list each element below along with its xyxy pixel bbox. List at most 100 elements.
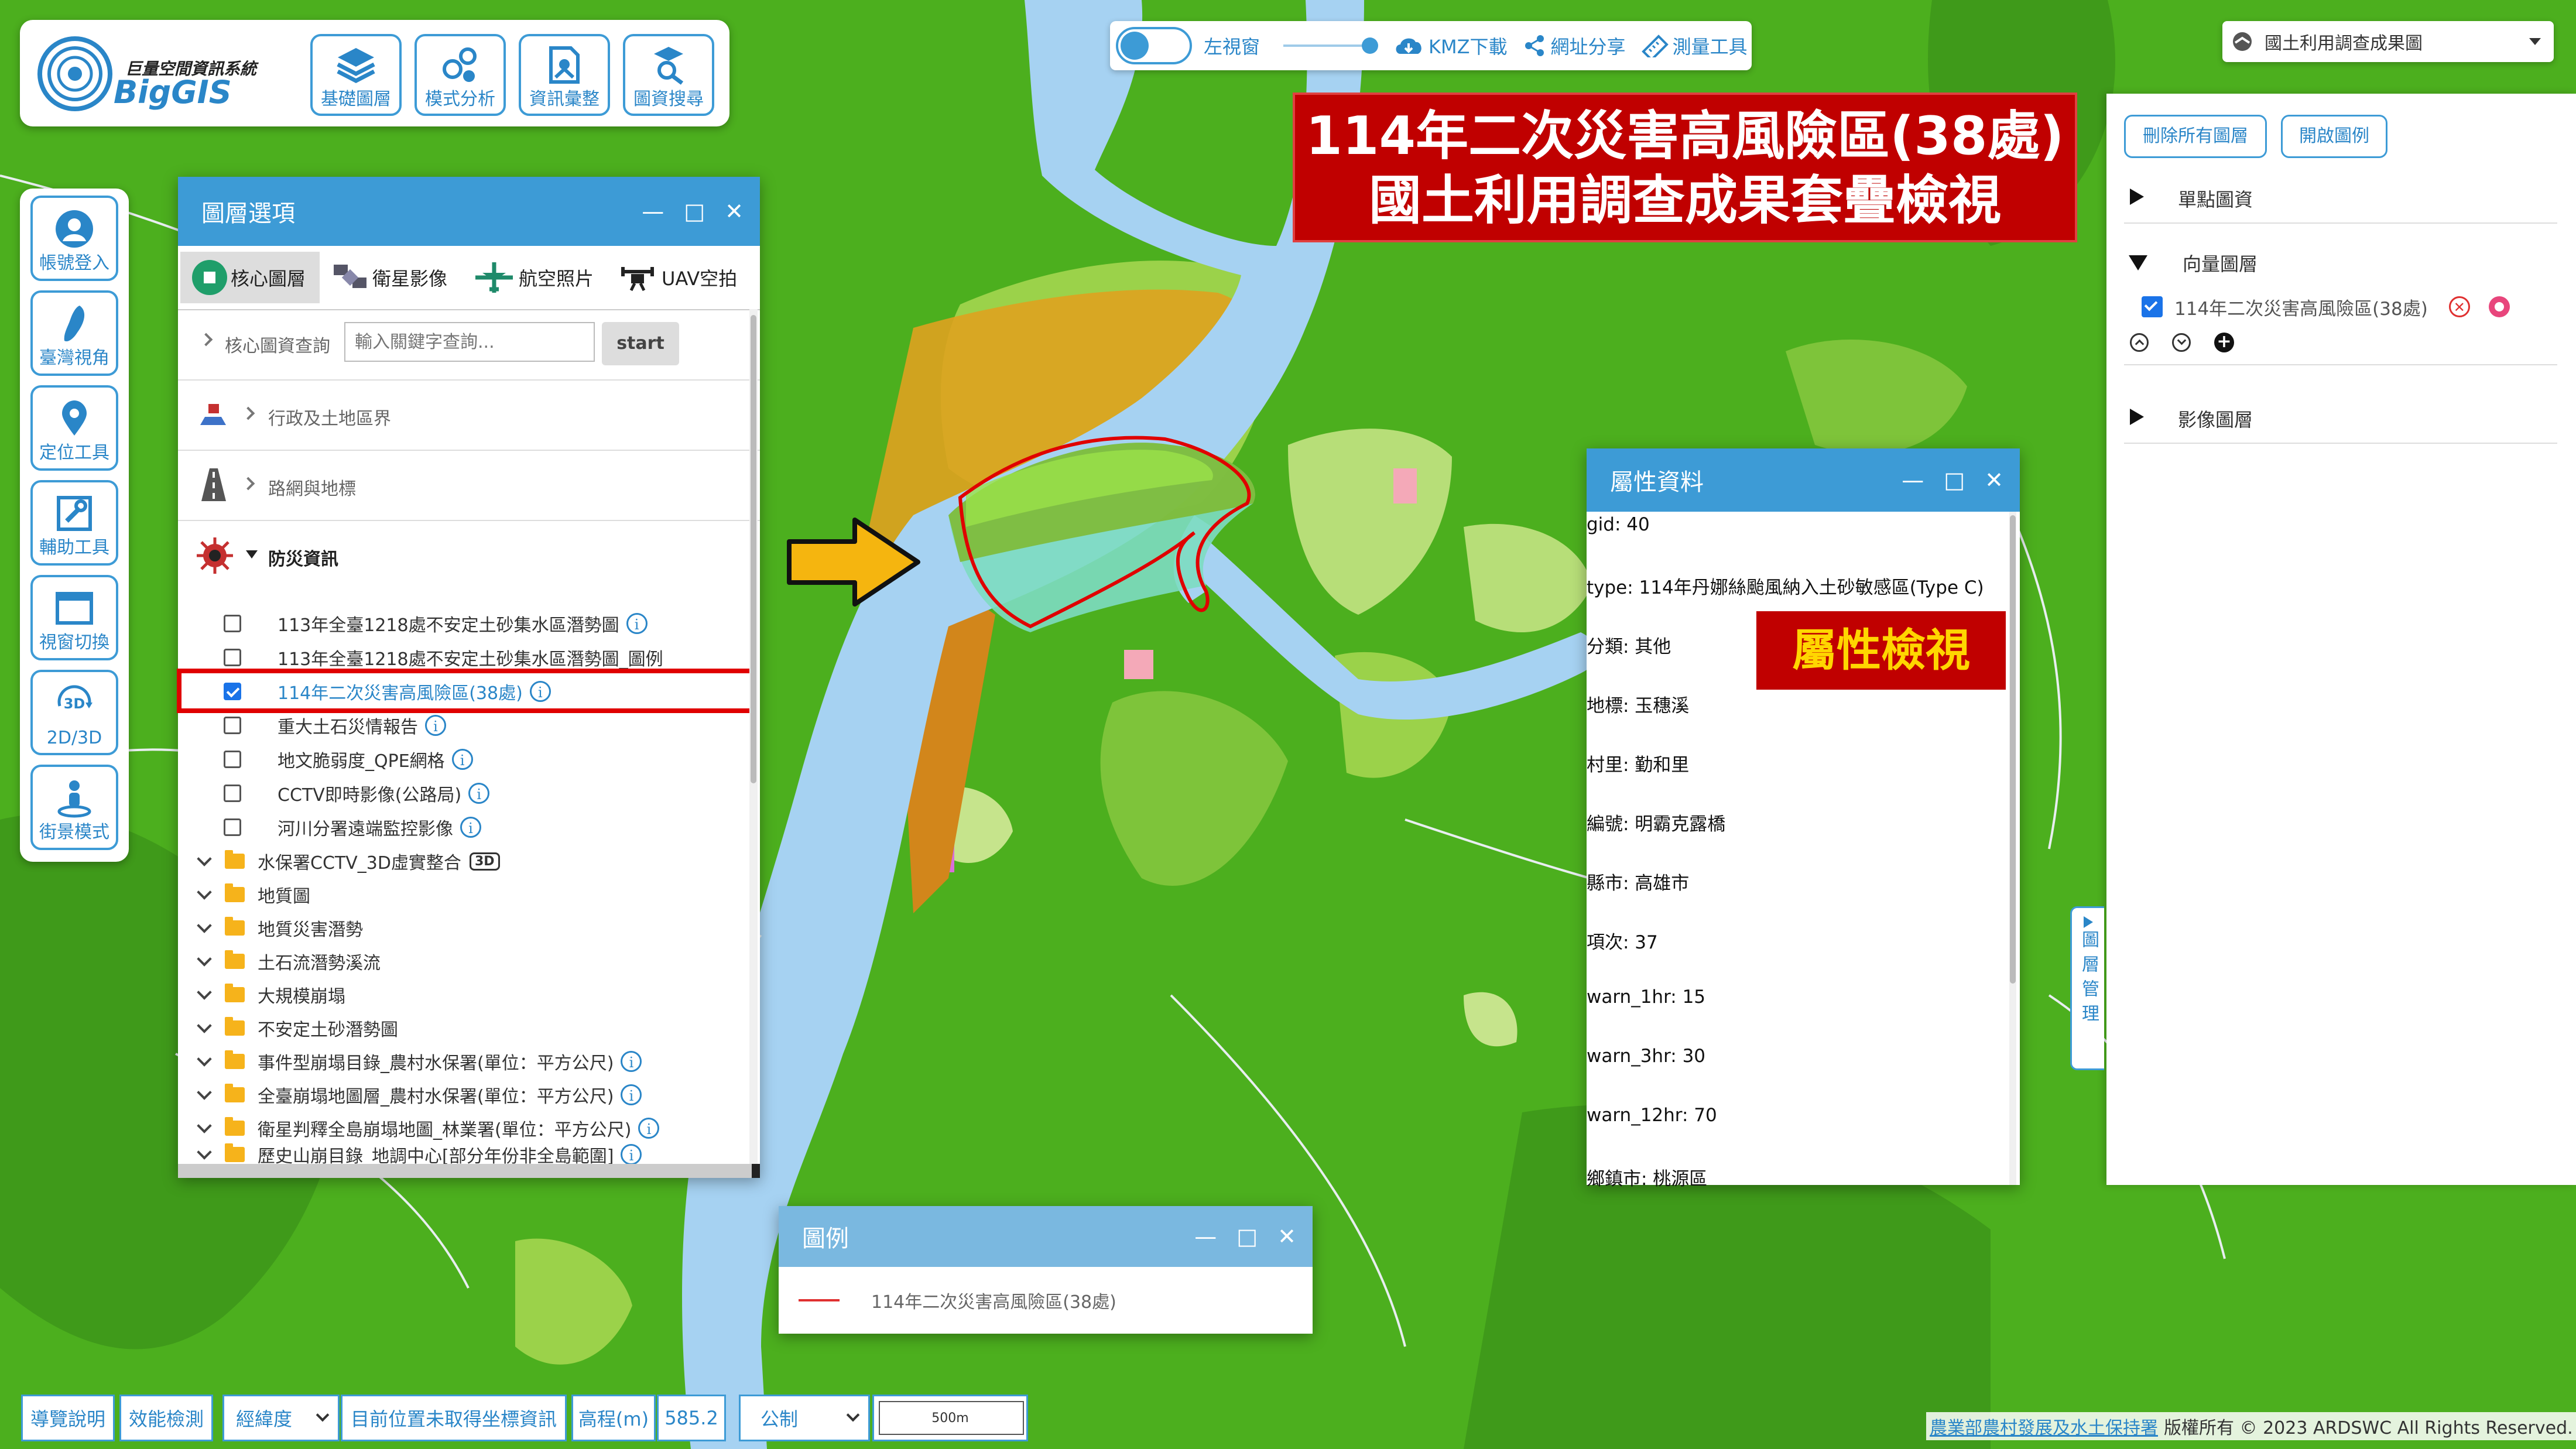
group-vector-layers[interactable]: 向量圖層 (2124, 240, 2557, 287)
layer-checkbox[interactable] (224, 649, 241, 666)
search-input[interactable] (344, 322, 595, 362)
remove-all-layers-button[interactable]: 刪除所有圖層 (2124, 115, 2267, 158)
side-taiwan-view-button[interactable]: 臺灣視角 (30, 290, 118, 376)
folder-item[interactable]: 衛星判釋全島崩塌地圖_林業署(單位：平方公尺) i (178, 1111, 660, 1145)
info-icon[interactable]: i (425, 715, 446, 736)
info-icon[interactable]: i (451, 749, 473, 770)
side-window-switch-button[interactable]: 視窗切換 (30, 575, 118, 660)
copyright-org-link[interactable]: 農業部農村發展及水土保持署 (1930, 1413, 2158, 1439)
tab-uav[interactable]: UAV空拍 (617, 252, 758, 303)
folder-icon (225, 984, 245, 1002)
folder-item[interactable]: 土石流潛勢溪流 (178, 944, 381, 978)
chevron-down-icon (197, 851, 212, 866)
opacity-slider[interactable] (1283, 37, 1379, 54)
folder-item[interactable]: 水保署CCTV_3D虛實整合 3D (178, 844, 500, 878)
info-icon[interactable]: i (460, 817, 481, 838)
layer-order-controls: + (2130, 328, 2247, 357)
active-layer-row[interactable]: 114年二次災害高風險區(38處) ✕ (2142, 289, 2563, 324)
tool-info-summary[interactable]: 資訊彙整 (519, 34, 610, 116)
search-start-button[interactable]: start (602, 322, 679, 365)
layer-checkbox[interactable] (224, 818, 241, 836)
guide-button[interactable]: 導覽說明 (21, 1395, 115, 1441)
folder-item[interactable]: 事件型崩塌目錄_農村水保署(單位：平方公尺) i (178, 1044, 642, 1078)
maximize-icon[interactable]: □ (684, 198, 705, 224)
section-label: 行政及土地區界 (268, 409, 391, 429)
section-disaster[interactable]: 防災資訊 (178, 520, 760, 590)
side-assist-tool-button[interactable]: 輔助工具 (30, 480, 118, 566)
folder-item[interactable]: 不安定土砂潛勢圖 (178, 1011, 398, 1045)
basemap-select[interactable]: 國土利用調查成果圖 (2222, 21, 2554, 62)
layer-checkbox[interactable] (224, 615, 241, 632)
info-icon[interactable]: i (626, 613, 648, 634)
layer-style-icon[interactable] (2488, 296, 2510, 317)
info-icon[interactable]: i (468, 783, 490, 804)
layer-checkbox[interactable] (224, 785, 241, 802)
vertical-scrollbar[interactable] (749, 309, 758, 1164)
layer-item[interactable]: 地文脆弱度_QPE網格 i (224, 742, 473, 776)
legend-panel-header[interactable]: 圖例 — □ ✕ (779, 1206, 1313, 1267)
left-view-toggle[interactable] (1116, 27, 1192, 64)
tool-map-search[interactable]: 圖資搜尋 (623, 34, 714, 116)
tool-basic-layers[interactable]: 基礎圖層 (310, 34, 402, 116)
maximize-icon[interactable]: □ (1944, 467, 1965, 493)
close-icon[interactable]: ✕ (1277, 1224, 1296, 1249)
side-2d3d-button[interactable]: 3D 2D/3D (30, 670, 118, 755)
move-down-icon[interactable] (2172, 333, 2191, 352)
layer-manager-tab[interactable]: 圖層管理 (2070, 906, 2104, 1070)
tab-aerial[interactable]: 航空照片 (473, 252, 608, 303)
url-share-button[interactable]: 網址分享 (1523, 32, 1626, 59)
legend-panel-title: 圖例 (802, 1225, 849, 1252)
info-icon[interactable]: i (638, 1118, 660, 1139)
layer-checkbox[interactable] (224, 751, 241, 768)
info-icon[interactable]: i (621, 1144, 642, 1165)
section-admin[interactable]: 行政及土地區界 (178, 379, 760, 451)
elevation-value: 585.2 (657, 1395, 726, 1441)
tab-core-layers[interactable]: 核心圖層 (180, 252, 320, 303)
kmz-download-button[interactable]: KMZ下載 (1393, 32, 1508, 59)
minimize-icon[interactable]: — (1902, 467, 1924, 493)
minimize-icon[interactable]: — (1194, 1224, 1217, 1249)
folder-item[interactable]: 地質圖 (178, 878, 310, 912)
side-login-button[interactable]: 帳號登入 (30, 196, 118, 281)
unit-select[interactable]: 公制 (739, 1395, 870, 1441)
side-streetview-button[interactable]: 街景模式 (30, 765, 118, 850)
minimize-icon[interactable]: — (642, 198, 664, 224)
side-location-button[interactable]: 定位工具 (30, 385, 118, 471)
tab-satellite[interactable]: 衛星影像 (331, 252, 466, 303)
folder-label: 事件型崩塌目錄_農村水保署(單位：平方公尺) (258, 1053, 614, 1074)
active-layer-checkbox[interactable] (2142, 296, 2163, 317)
horizontal-scrollbar[interactable] (178, 1164, 760, 1178)
open-legend-button[interactable]: 開啟圖例 (2281, 115, 2387, 158)
group-image-layers[interactable]: 影像圖層 (2124, 396, 2557, 444)
move-up-icon[interactable] (2130, 333, 2149, 352)
group-point-data[interactable]: 單點圖資 (2124, 176, 2557, 224)
layer-panel-header[interactable]: 圖層選項 — □ ✕ (178, 177, 760, 246)
info-icon[interactable]: i (621, 1084, 642, 1105)
maximize-icon[interactable]: □ (1236, 1224, 1258, 1249)
folder-item[interactable]: 地質災害潛勢 (178, 911, 363, 945)
layer-item[interactable]: 113年全臺1218處不安定土砂集水區潛勢圖 i (224, 607, 648, 640)
close-icon[interactable]: ✕ (725, 198, 744, 224)
coord-type-select[interactable]: 經緯度 (222, 1395, 340, 1441)
layer-item[interactable]: CCTV即時影像(公路局) i (224, 776, 490, 810)
folder-item[interactable]: 全臺崩塌地圖層_農村水保署(單位：平方公尺) i (178, 1078, 642, 1112)
measure-tool-button[interactable]: 測量工具 (1641, 32, 1748, 59)
vertical-scrollbar[interactable] (2009, 512, 2016, 1185)
layer-item[interactable]: 重大土石災情報告 i (224, 708, 446, 742)
layer-item-label: 重大土石災情報告 (278, 717, 418, 738)
folder-item[interactable]: 歷史山崩目錄_地調中心[部分年份非全島範圍] i (178, 1143, 642, 1166)
app-logo[interactable]: 巨量空間資訊系統 BigGIS (36, 33, 288, 115)
kmz-label: KMZ下載 (1429, 36, 1508, 58)
performance-button[interactable]: 效能檢測 (119, 1395, 213, 1441)
remove-layer-icon[interactable]: ✕ (2448, 296, 2470, 317)
tool-model-analysis[interactable]: 模式分析 (415, 34, 506, 116)
info-icon[interactable]: i (621, 1051, 642, 1072)
add-icon[interactable]: + (2214, 333, 2234, 352)
section-roads[interactable]: 路網與地標 (178, 450, 760, 521)
layer-item[interactable]: 河川分署遠端監控影像 i (224, 810, 481, 844)
folder-item[interactable]: 大規模崩塌 (178, 978, 345, 1012)
close-icon[interactable]: ✕ (1985, 467, 2003, 493)
attribute-panel-header[interactable]: 屬性資料 — □ ✕ (1587, 448, 2020, 512)
layer-checkbox[interactable] (224, 717, 241, 734)
coord-display: 目前位置未取得坐標資訊 (341, 1395, 567, 1441)
